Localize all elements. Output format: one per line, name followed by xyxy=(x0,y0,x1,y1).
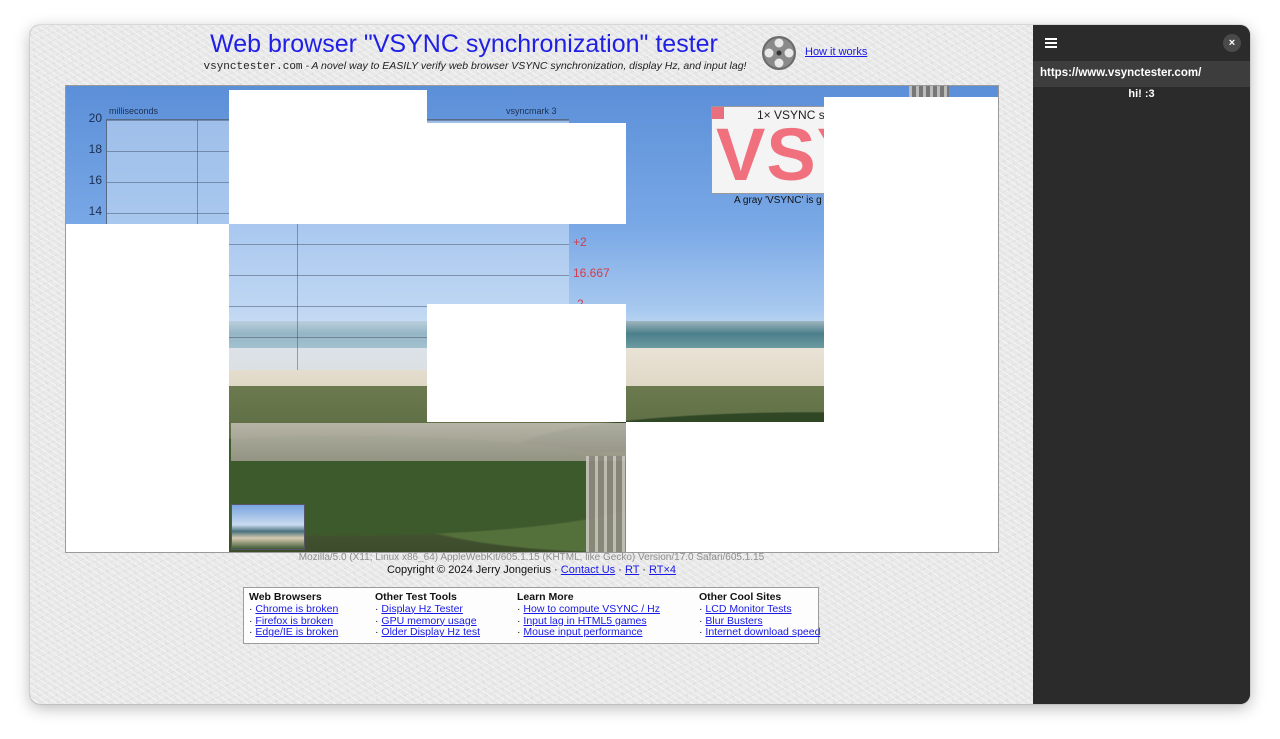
firefox-broken-link[interactable]: Firefox is broken xyxy=(255,615,333,627)
hamburger-menu-icon[interactable] xyxy=(1045,38,1057,48)
blank-block xyxy=(824,97,998,422)
rt-link[interactable]: RT xyxy=(625,564,639,576)
y-tick-label: 16 xyxy=(88,173,102,187)
blank-block xyxy=(427,304,626,422)
menu-bar xyxy=(1045,46,1057,48)
page-subtitle: vsynctester.com - A novel way to EASILY … xyxy=(150,60,800,73)
blank-block xyxy=(66,224,229,552)
how-it-works-link[interactable]: How it works xyxy=(805,46,867,58)
y-tick-label: 20 xyxy=(88,111,102,125)
older-hz-test-link[interactable]: Older Display Hz test xyxy=(381,626,480,638)
photo-thumbnail xyxy=(231,504,305,550)
blank-block xyxy=(229,90,427,224)
gpu-memory-link[interactable]: GPU memory usage xyxy=(381,615,476,627)
web-page: Web browser "VSYNC synchronization" test… xyxy=(30,25,1033,704)
lcd-monitor-tests-link[interactable]: LCD Monitor Tests xyxy=(705,603,791,615)
url-bar[interactable]: https://www.vsynctester.com/ xyxy=(1033,61,1250,87)
test-stage: milliseconds vsyncmark 3 20 18 16 14 +2 … xyxy=(65,85,999,553)
y-tick-label: 14 xyxy=(88,204,102,218)
mouse-input-link[interactable]: Mouse input performance xyxy=(523,626,642,638)
rt4-link[interactable]: RT×4 xyxy=(649,564,676,576)
page-title: Web browser "VSYNC synchronization" test… xyxy=(210,30,718,58)
film-reel-icon[interactable] xyxy=(761,35,797,71)
links-column-cool-sites: Other Cool Sites · LCD Monitor Tests · B… xyxy=(699,591,820,639)
right-tick-label: 16.667 xyxy=(573,266,610,280)
graph-unit-label: milliseconds xyxy=(109,106,159,116)
subtitle-text: - A novel way to EASILY verify web brows… xyxy=(302,60,747,72)
blank-block xyxy=(427,123,626,224)
list-item: · Mouse input performance xyxy=(517,626,660,639)
links-table: Web Browsers · Chrome is broken · Firefo… xyxy=(243,587,820,644)
graph-title: vsyncmark 3 xyxy=(506,106,557,116)
copyright-line: Copyright © 2024 Jerry Jongerius · Conta… xyxy=(30,564,1033,576)
blank-block xyxy=(626,422,998,552)
blur-busters-link[interactable]: Blur Busters xyxy=(705,615,762,627)
contact-us-link[interactable]: Contact Us xyxy=(561,564,615,576)
close-icon[interactable]: × xyxy=(1223,34,1241,52)
list-item: · Edge/IE is broken xyxy=(249,626,338,639)
input-lag-link[interactable]: Input lag in HTML5 games xyxy=(523,615,646,627)
compute-vsync-link[interactable]: How to compute VSYNC / Hz xyxy=(523,603,660,615)
vsync-caption: A gray 'VSYNC' is g xyxy=(734,195,822,206)
subtitle-domain: vsynctester.com xyxy=(203,61,303,73)
menu-bar xyxy=(1045,38,1057,40)
user-agent-string: Mozilla/5.0 (X11; Linux x86_64) AppleWeb… xyxy=(298,552,765,563)
links-column-other-tools: Other Test Tools · Display Hz Tester · G… xyxy=(375,591,480,639)
boardwalk-rail xyxy=(231,423,626,461)
separator: · xyxy=(639,564,650,576)
right-tick-label: +2 xyxy=(573,235,587,249)
side-panel: × https://www.vsynctester.com/ hi! :3 xyxy=(1033,25,1250,704)
edge-broken-link[interactable]: Edge/IE is broken xyxy=(255,626,338,638)
chrome-broken-link[interactable]: Chrome is broken xyxy=(255,603,338,615)
copyright-text: Copyright © 2024 Jerry Jongerius · xyxy=(386,564,561,576)
list-item: · Older Display Hz test xyxy=(375,626,480,639)
separator: · xyxy=(615,564,625,576)
display-hz-tester-link[interactable]: Display Hz Tester xyxy=(381,603,463,615)
y-tick-label: 18 xyxy=(88,142,102,156)
greeting-text: hi! :3 xyxy=(1128,88,1155,100)
list-item: · Internet download speed xyxy=(699,626,820,639)
menu-bar xyxy=(1045,42,1057,44)
url-text: https://www.vsynctester.com/ xyxy=(1040,67,1202,79)
browser-window: Web browser "VSYNC synchronization" test… xyxy=(30,25,1250,704)
download-speed-link[interactable]: Internet download speed xyxy=(705,626,820,638)
links-column-learn-more: Learn More · How to compute VSYNC / Hz ·… xyxy=(517,591,660,639)
links-column-web-browsers: Web Browsers · Chrome is broken · Firefo… xyxy=(249,591,338,639)
